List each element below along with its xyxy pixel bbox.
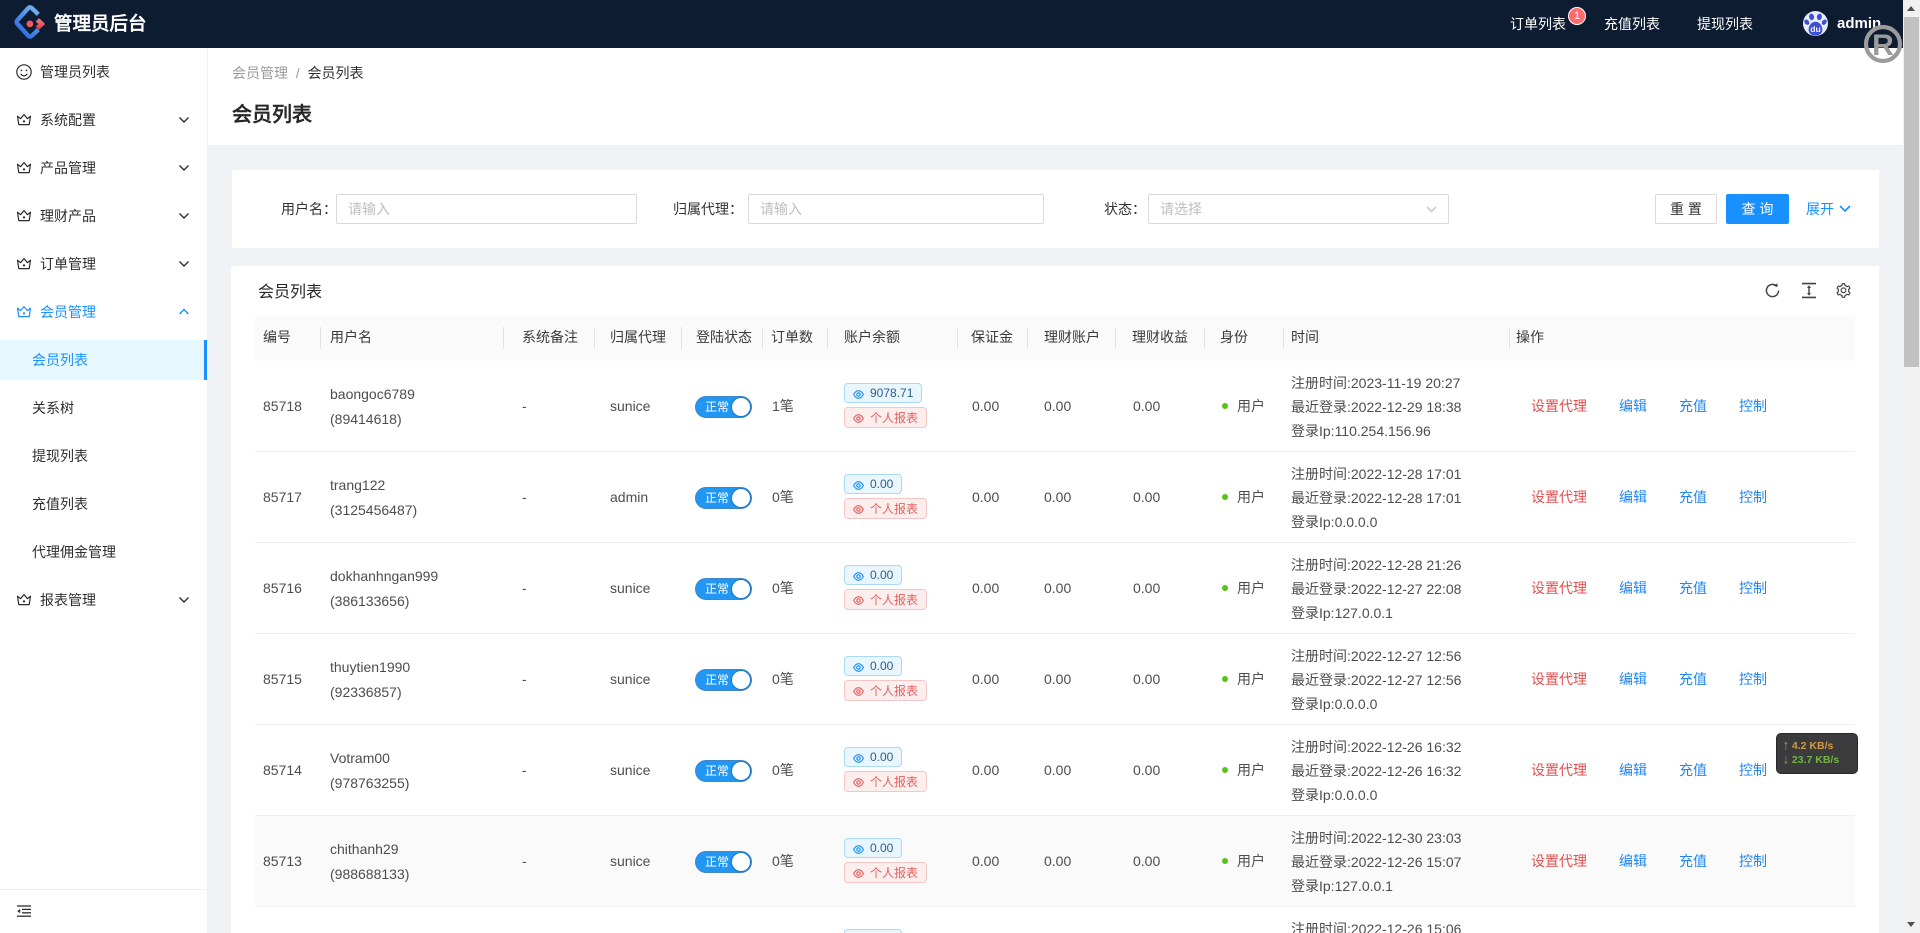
svg-text:R: R — [1872, 29, 1894, 62]
svg-text:du: du — [1810, 24, 1821, 34]
